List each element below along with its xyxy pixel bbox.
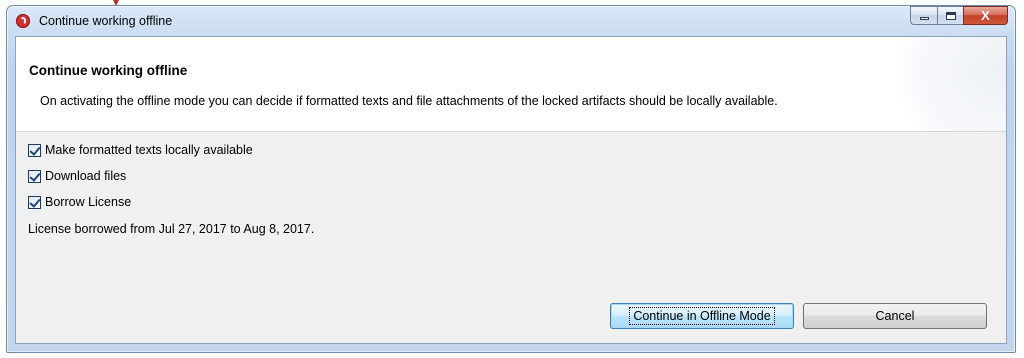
formatted-texts-checkbox[interactable]	[28, 143, 41, 157]
cancel-label: Cancel	[875, 309, 915, 323]
download-files-checkbox[interactable]	[28, 169, 41, 183]
close-icon: X	[981, 8, 990, 23]
window-controls: X	[910, 6, 1008, 26]
header-description: On activating the offline mode you can d…	[40, 94, 778, 108]
option-formatted-texts[interactable]: Make formatted texts locally available	[28, 142, 253, 158]
borrow-license-checkbox[interactable]	[28, 195, 41, 209]
app-logo-icon	[16, 14, 30, 28]
dialog-window: Continue working offline X Continue work…	[6, 5, 1016, 353]
maximize-button[interactable]	[937, 6, 963, 25]
continue-offline-label: Continue in Offline Mode	[629, 307, 775, 325]
option-download-files[interactable]: Download files	[28, 168, 126, 184]
maximize-icon	[945, 11, 956, 20]
dialog-header: Continue working offline On activating t…	[16, 37, 1006, 132]
option-label: Download files	[45, 169, 127, 183]
cancel-button[interactable]: Cancel	[803, 303, 987, 329]
header-title: Continue working offline	[29, 63, 188, 78]
minimize-button[interactable]	[910, 6, 937, 25]
header-decoration	[886, 37, 1006, 131]
option-borrow-license[interactable]: Borrow License	[28, 194, 131, 210]
option-label: Make formatted texts locally available	[45, 143, 253, 157]
dialog-content: Continue working offline On activating t…	[15, 36, 1007, 344]
minimize-icon	[919, 17, 929, 20]
continue-offline-button[interactable]: Continue in Offline Mode	[610, 303, 794, 329]
license-info: License borrowed from Jul 27, 2017 to Au…	[28, 222, 315, 236]
title-bar[interactable]: Continue working offline X	[7, 6, 1015, 36]
window-title: Continue working offline	[39, 14, 173, 28]
close-button[interactable]: X	[963, 6, 1008, 25]
option-label: Borrow License	[45, 195, 132, 209]
